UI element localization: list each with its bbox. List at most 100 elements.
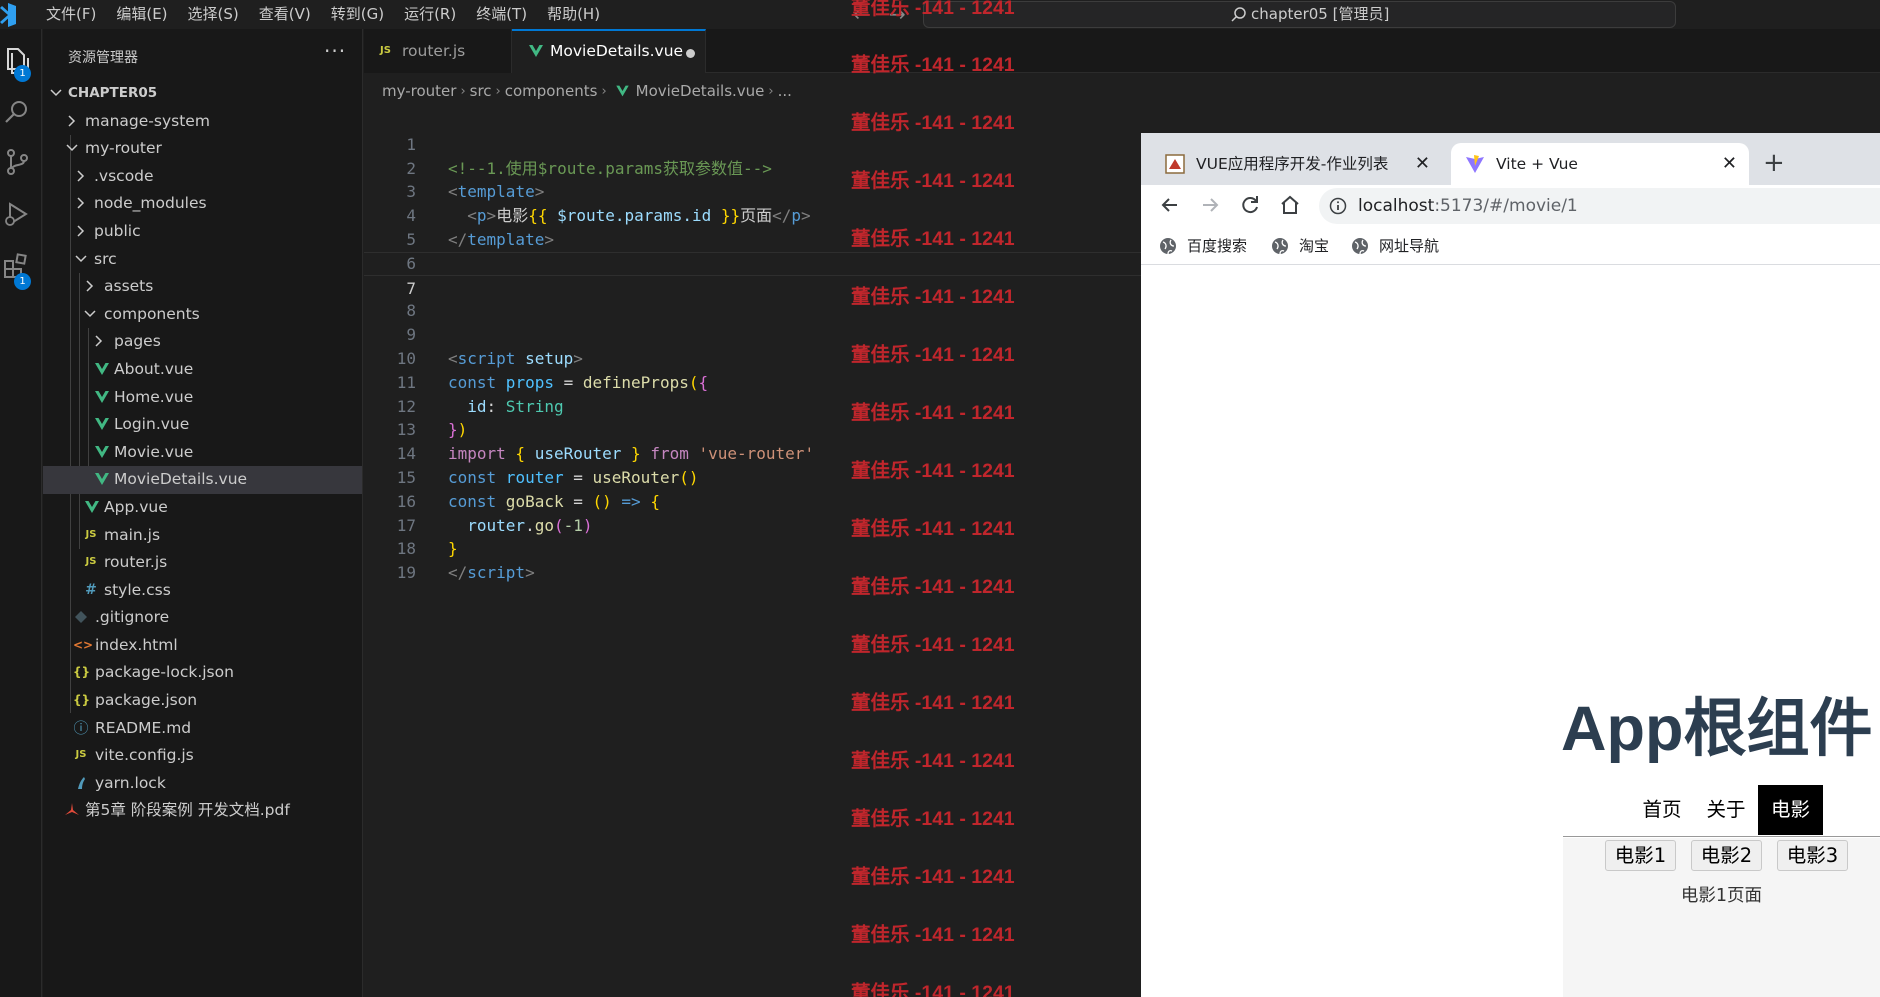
menu-terminal[interactable]: 终端(T) xyxy=(466,0,537,29)
breadcrumb-item[interactable]: components xyxy=(505,82,598,100)
address-bar[interactable]: localhost:5173/#/movie/1 xyxy=(1319,188,1880,224)
page-title: App根组件 xyxy=(1561,694,1873,764)
movie-3-button[interactable]: 电影3 xyxy=(1777,840,1848,871)
menu-bar: 文件(F) 编辑(E) 选择(S) 查看(V) 转到(G) 运行(R) 终端(T… xyxy=(36,0,610,29)
movie-1-button[interactable]: 电影1 xyxy=(1605,840,1676,871)
js-file-icon: JS xyxy=(380,45,391,56)
code-line: 15 const goBack = () => { xyxy=(396,467,660,511)
breadcrumb-item[interactable]: ... xyxy=(778,82,792,100)
watermark-text: 董佳乐 -141 - 1241 xyxy=(851,402,1015,424)
forward-icon[interactable] xyxy=(1195,190,1225,220)
menu-selection[interactable]: 选择(S) xyxy=(178,0,249,29)
command-center[interactable]: chapter05 [管理员] xyxy=(923,1,1676,28)
pdf-file-icon xyxy=(65,803,79,816)
tree-folder-src[interactable]: src xyxy=(43,246,362,274)
url-text: localhost:5173/#/movie/1 xyxy=(1358,196,1578,216)
watermark-text: 董佳乐 -141 - 1241 xyxy=(851,808,1015,830)
menu-file[interactable]: 文件(F) xyxy=(36,0,106,29)
tab-router-js[interactable]: JS router.js xyxy=(364,29,512,73)
tree-file-index-html[interactable]: <> index.html xyxy=(43,632,362,660)
extensions-icon[interactable]: 1 xyxy=(0,243,42,290)
code-line-current: 7 xyxy=(364,251,1144,298)
nav-link-about[interactable]: 关于 xyxy=(1703,785,1749,835)
code-line: 19 xyxy=(396,563,416,583)
tree-file-login-vue[interactable]: Login.vue xyxy=(43,411,362,439)
tree-file-movie-vue[interactable]: Movie.vue xyxy=(43,439,362,467)
tree-file-yarn-lock[interactable]: yarn.lock xyxy=(43,770,362,798)
reload-icon[interactable] xyxy=(1235,190,1265,220)
tree-folder-chapter05[interactable]: CHAPTER05 xyxy=(43,80,362,108)
menu-edit[interactable]: 编辑(E) xyxy=(106,0,177,29)
menu-help[interactable]: 帮助(H) xyxy=(537,0,610,29)
menu-run[interactable]: 运行(R) xyxy=(394,0,466,29)
vue-file-icon xyxy=(529,45,543,57)
tree-file-moviedetails-vue[interactable]: MovieDetails.vue xyxy=(43,466,362,494)
tree-file-about-vue[interactable]: About.vue xyxy=(43,356,362,384)
new-tab-icon[interactable]: + xyxy=(1763,145,1785,181)
explorer-title: 资源管理器 xyxy=(68,50,138,66)
tree-file-package-lock-json[interactable]: {} package-lock.json xyxy=(43,659,362,687)
explorer-icon[interactable]: 1 xyxy=(0,37,42,83)
tree-folder-manage-system[interactable]: manage-system xyxy=(43,108,362,136)
tree-folder-pages[interactable]: pages xyxy=(43,328,362,356)
source-control-icon[interactable] xyxy=(0,139,42,185)
nav-link-home[interactable]: 首页 xyxy=(1639,785,1685,835)
tree-folder-assets[interactable]: assets xyxy=(43,273,362,301)
search-icon xyxy=(1231,7,1246,22)
code-line: 18 </script> xyxy=(396,539,535,583)
site-info-icon[interactable] xyxy=(1329,197,1347,215)
code-line: 1 <!--1.使用$route.params获取参数值--> xyxy=(406,134,772,178)
tree-file-pdf[interactable]: 第5章 阶段案例 开发文档.pdf xyxy=(43,797,362,825)
tree-file-home-vue[interactable]: Home.vue xyxy=(43,384,362,412)
command-center-text: chapter05 [管理员] xyxy=(1251,5,1390,23)
watermark-text: 董佳乐 -141 - 1241 xyxy=(851,982,1015,997)
code-editor[interactable]: 1 <!--1.使用$route.params获取参数值--> 2 <templ… xyxy=(364,109,1144,583)
js-file-icon: JS xyxy=(85,556,97,568)
close-tab-icon[interactable]: ✕ xyxy=(1415,143,1430,185)
close-tab-icon[interactable]: ✕ xyxy=(1722,143,1737,185)
tree-file-style-css[interactable]: # style.css xyxy=(43,577,362,605)
breadcrumb-item[interactable]: MovieDetails.vue xyxy=(636,82,765,100)
browser-tab-vite-vue[interactable]: Vite + Vue ✕ xyxy=(1451,143,1749,185)
browser-tab-assignments[interactable]: VUE应用程序开发-作业列表 ✕ xyxy=(1151,143,1442,185)
chevron-down-icon xyxy=(50,89,62,97)
tree-file-vite-config-js[interactable]: JS vite.config.js xyxy=(43,742,362,770)
code-line: 11 id: String xyxy=(396,372,564,416)
chevron-right-icon xyxy=(77,225,85,237)
back-icon[interactable] xyxy=(1155,190,1185,220)
globe-icon xyxy=(1160,238,1176,255)
breadcrumb-item[interactable]: src xyxy=(470,82,492,100)
menu-view[interactable]: 查看(V) xyxy=(249,0,321,29)
tab-moviedetails-vue[interactable]: MovieDetails.vue xyxy=(512,29,706,73)
tree-file-gitignore[interactable]: .gitignore xyxy=(43,604,362,632)
breadcrumb-item[interactable]: my-router xyxy=(382,82,456,100)
tree-folder-my-router[interactable]: my-router xyxy=(43,135,362,163)
tree-file-app-vue[interactable]: App.vue xyxy=(43,494,362,522)
tree-folder-components[interactable]: components xyxy=(43,301,362,329)
vue-file-icon xyxy=(95,362,109,375)
home-icon[interactable] xyxy=(1275,190,1305,220)
tree-file-readme-md[interactable]: ⓘ README.md xyxy=(43,715,362,743)
tree-file-main-js[interactable]: JS main.js xyxy=(43,522,362,550)
tree-folder-vscode[interactable]: .vscode xyxy=(43,163,362,191)
more-actions-icon[interactable]: ··· xyxy=(324,39,346,63)
tree-folder-public[interactable]: public xyxy=(43,218,362,246)
watermark-text: 董佳乐 -141 - 1241 xyxy=(851,692,1015,714)
chevron-right-icon xyxy=(95,335,103,347)
nav-link-movie[interactable]: 电影 xyxy=(1758,785,1823,835)
code-line: 4 </template> xyxy=(406,206,554,249)
tree-folder-node-modules[interactable]: node_modules xyxy=(43,190,362,218)
unsaved-dot-icon[interactable] xyxy=(686,49,695,58)
chevron-right-icon: › xyxy=(601,83,607,99)
vue-file-icon xyxy=(85,500,99,513)
code-line: 5 xyxy=(406,229,416,249)
vue-file-icon xyxy=(95,418,109,431)
watermark-text: 董佳乐 -141 - 1241 xyxy=(851,460,1015,482)
run-debug-icon[interactable] xyxy=(0,191,42,237)
search-icon[interactable] xyxy=(0,89,42,135)
menu-go[interactable]: 转到(G) xyxy=(321,0,394,29)
editor-tabs: JS router.js MovieDetails.vue xyxy=(364,29,1880,73)
tree-file-package-json[interactable]: {} package.json xyxy=(43,687,362,715)
tree-file-router-js[interactable]: JS router.js xyxy=(43,549,362,577)
movie-2-button[interactable]: 电影2 xyxy=(1691,840,1762,871)
